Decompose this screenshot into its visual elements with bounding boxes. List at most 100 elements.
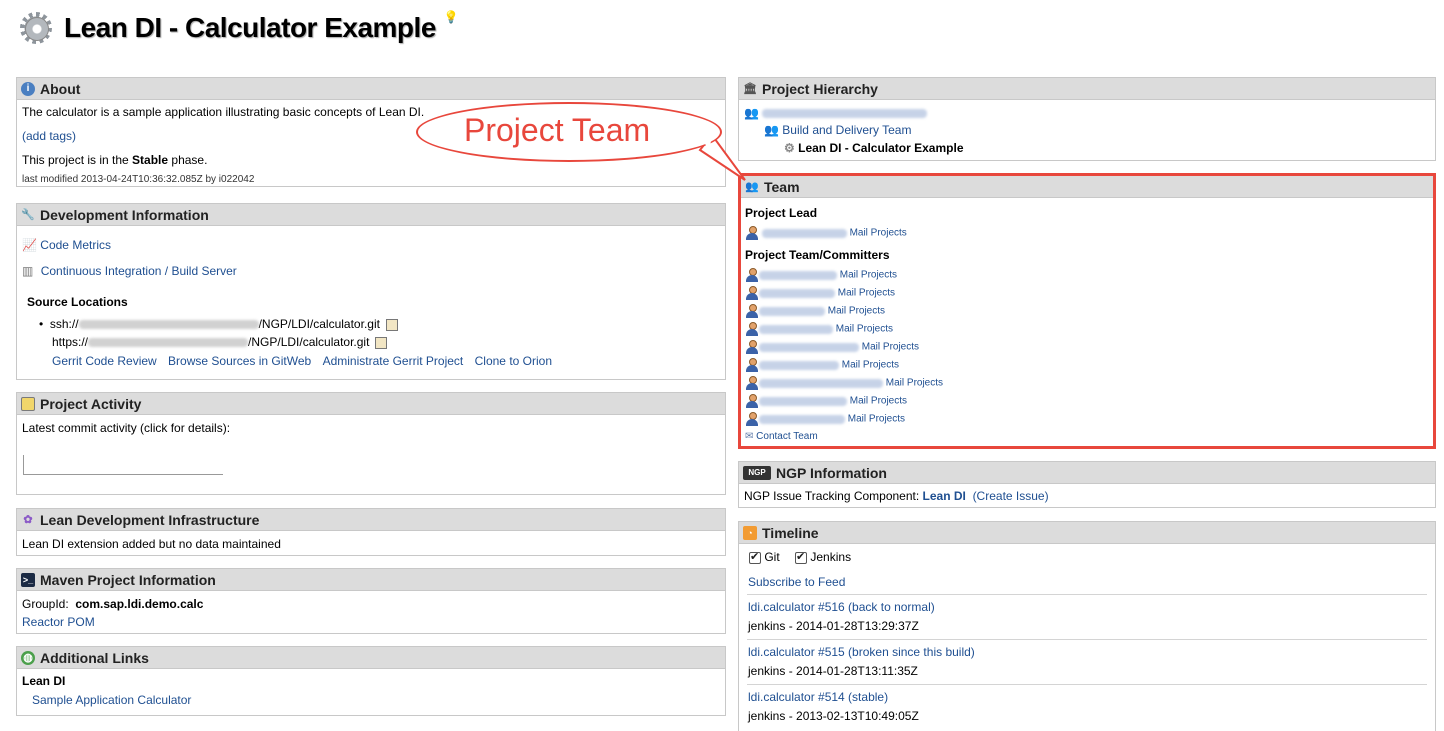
ngp-panel: NGP NGP Information NGP Issue Tracking C… bbox=[738, 461, 1436, 508]
activity-graph[interactable] bbox=[23, 455, 223, 475]
group-id-label: GroupId: bbox=[22, 597, 69, 611]
redacted-name[interactable] bbox=[759, 288, 835, 298]
member-row: Mail Projects bbox=[745, 412, 905, 426]
person-icon bbox=[745, 394, 759, 408]
building-icon: 🏛 bbox=[743, 83, 757, 95]
redacted-name[interactable] bbox=[761, 228, 847, 238]
ngp-title: NGP Information bbox=[776, 464, 887, 481]
ci-row[interactable]: ▥ Continuous Integration / Build Server bbox=[22, 264, 237, 278]
divider bbox=[747, 639, 1427, 640]
member-row: Mail Projects bbox=[745, 304, 885, 318]
redacted-name[interactable] bbox=[759, 378, 883, 388]
contact-team-link[interactable]: Contact Team bbox=[756, 431, 818, 442]
add-tags-link[interactable]: (add tags) bbox=[22, 129, 76, 143]
admin-gerrit-link[interactable]: Administrate Gerrit Project bbox=[323, 354, 464, 368]
redacted-name[interactable] bbox=[759, 324, 833, 334]
mail-projects-link[interactable]: Mail Projects bbox=[840, 270, 897, 281]
redacted-name[interactable] bbox=[759, 414, 845, 424]
member-row: Mail Projects bbox=[745, 394, 907, 408]
team-icon: 👥 bbox=[764, 123, 779, 137]
mail-projects-link[interactable]: Mail Projects bbox=[836, 324, 893, 335]
lean-header: ✿ Lean Development Infrastructure bbox=[17, 509, 725, 531]
page-title: Lean DI - Calculator Example bbox=[64, 12, 436, 43]
contact-team-row[interactable]: ✉ Contact Team bbox=[745, 431, 818, 442]
copy-icon[interactable] bbox=[375, 336, 388, 349]
links-header: ◍ Additional Links bbox=[17, 647, 725, 669]
mail-projects-link[interactable]: Mail Projects bbox=[842, 360, 899, 371]
orion-link[interactable]: Clone to Orion bbox=[475, 354, 552, 368]
git-filter-label: Git bbox=[764, 550, 780, 564]
redacted-host bbox=[78, 320, 259, 330]
about-title: About bbox=[40, 80, 81, 97]
ci-link[interactable]: Continuous Integration / Build Server bbox=[41, 264, 237, 278]
page-header: Lean DI - Calculator Example 💡 bbox=[16, 8, 459, 48]
https-url: https:// /NGP/LDI/calculator.git bbox=[52, 335, 388, 349]
member-row: Mail Projects bbox=[745, 376, 943, 390]
person-icon bbox=[745, 376, 759, 390]
terminal-icon: >_ bbox=[21, 572, 35, 587]
mail-projects-link[interactable]: Mail Projects bbox=[838, 288, 895, 299]
mail-projects-link[interactable]: Mail Projects bbox=[850, 228, 907, 239]
ngp-row: NGP Issue Tracking Component: Lean DI (C… bbox=[744, 489, 1049, 503]
ssh-prefix: ssh:// bbox=[49, 317, 79, 331]
person-icon bbox=[745, 226, 759, 240]
member-row: Mail Projects bbox=[745, 340, 919, 354]
ngp-component-link[interactable]: Lean DI bbox=[923, 489, 966, 503]
mail-projects-link[interactable]: Mail Projects bbox=[886, 378, 943, 389]
team-title: Team bbox=[764, 178, 800, 195]
git-checkbox[interactable] bbox=[749, 550, 761, 564]
redacted-name[interactable] bbox=[759, 270, 837, 280]
redacted-name[interactable] bbox=[759, 360, 839, 370]
code-metrics-row[interactable]: 📈 Code Metrics bbox=[22, 238, 111, 252]
mail-projects-link[interactable]: Mail Projects bbox=[862, 342, 919, 353]
info-icon: i bbox=[21, 81, 35, 96]
group-id-row: GroupId: com.sap.ldi.demo.calc bbox=[22, 597, 203, 611]
hierarchy-current: ⚙ Lean DI - Calculator Example bbox=[784, 141, 964, 155]
ngp-label: NGP Issue Tracking Component: bbox=[744, 489, 920, 503]
build-delivery-link[interactable]: Build and Delivery Team bbox=[782, 123, 911, 137]
member-row: Mail Projects bbox=[745, 358, 899, 372]
ngp-header: NGP NGP Information bbox=[739, 462, 1435, 484]
hierarchy-current-label: Lean DI - Calculator Example bbox=[798, 141, 964, 155]
divider bbox=[747, 594, 1427, 595]
lightbulb-icon[interactable]: 💡 bbox=[444, 10, 459, 24]
timeline-entry-link[interactable]: ldi.calculator #514 (stable) bbox=[748, 690, 888, 704]
last-modified: last modified 2013-04-24T10:36:32.085Z b… bbox=[22, 174, 255, 185]
lean-title: Lean Development Infrastructure bbox=[40, 511, 260, 528]
create-issue-link[interactable]: (Create Issue) bbox=[973, 489, 1049, 503]
committers-title: Project Team/Committers bbox=[745, 248, 890, 262]
jenkins-filter-label: Jenkins bbox=[810, 550, 852, 564]
maven-title: Maven Project Information bbox=[40, 571, 216, 588]
chart-icon: 📈 bbox=[22, 238, 37, 252]
jenkins-checkbox[interactable] bbox=[795, 550, 808, 564]
redacted-name[interactable] bbox=[759, 342, 859, 352]
subscribe-link[interactable]: Subscribe to Feed bbox=[748, 575, 845, 589]
mail-projects-link[interactable]: Mail Projects bbox=[850, 396, 907, 407]
maven-panel: >_ Maven Project Information GroupId: co… bbox=[16, 568, 726, 634]
hierarchy-level2[interactable]: 👥 Build and Delivery Team bbox=[764, 123, 911, 137]
about-header: i About bbox=[17, 78, 725, 100]
gear-icon bbox=[16, 8, 56, 48]
maven-header: >_ Maven Project Information bbox=[17, 569, 725, 591]
callout-text: Project Team bbox=[464, 112, 651, 148]
gitweb-link[interactable]: Browse Sources in GitWeb bbox=[168, 354, 311, 368]
copy-icon[interactable] bbox=[385, 318, 398, 331]
phase-prefix: This project is in the bbox=[22, 153, 133, 167]
phase-suffix: phase. bbox=[168, 153, 208, 167]
sample-app-link[interactable]: Sample Application Calculator bbox=[32, 693, 191, 707]
timeline-entry-meta: jenkins - 2014-01-28T13:11:35Z bbox=[748, 664, 918, 678]
mail-projects-link[interactable]: Mail Projects bbox=[848, 414, 905, 425]
timeline-entry-link[interactable]: ldi.calculator #516 (back to normal) bbox=[748, 600, 935, 614]
redacted-host bbox=[88, 338, 249, 348]
redacted-name[interactable] bbox=[759, 396, 847, 406]
reactor-pom-link[interactable]: Reactor POM bbox=[22, 615, 95, 629]
phase-value: Stable bbox=[132, 153, 169, 167]
redacted-name[interactable] bbox=[759, 306, 825, 316]
hierarchy-root[interactable]: 👥 bbox=[744, 106, 928, 120]
person-icon bbox=[745, 340, 759, 354]
gerrit-link[interactable]: Gerrit Code Review bbox=[52, 354, 157, 368]
group-id-value: com.sap.ldi.demo.calc bbox=[75, 597, 204, 611]
mail-projects-link[interactable]: Mail Projects bbox=[828, 306, 885, 317]
code-metrics-link[interactable]: Code Metrics bbox=[40, 238, 111, 252]
timeline-entry-link[interactable]: ldi.calculator #515 (broken since this b… bbox=[748, 645, 975, 659]
